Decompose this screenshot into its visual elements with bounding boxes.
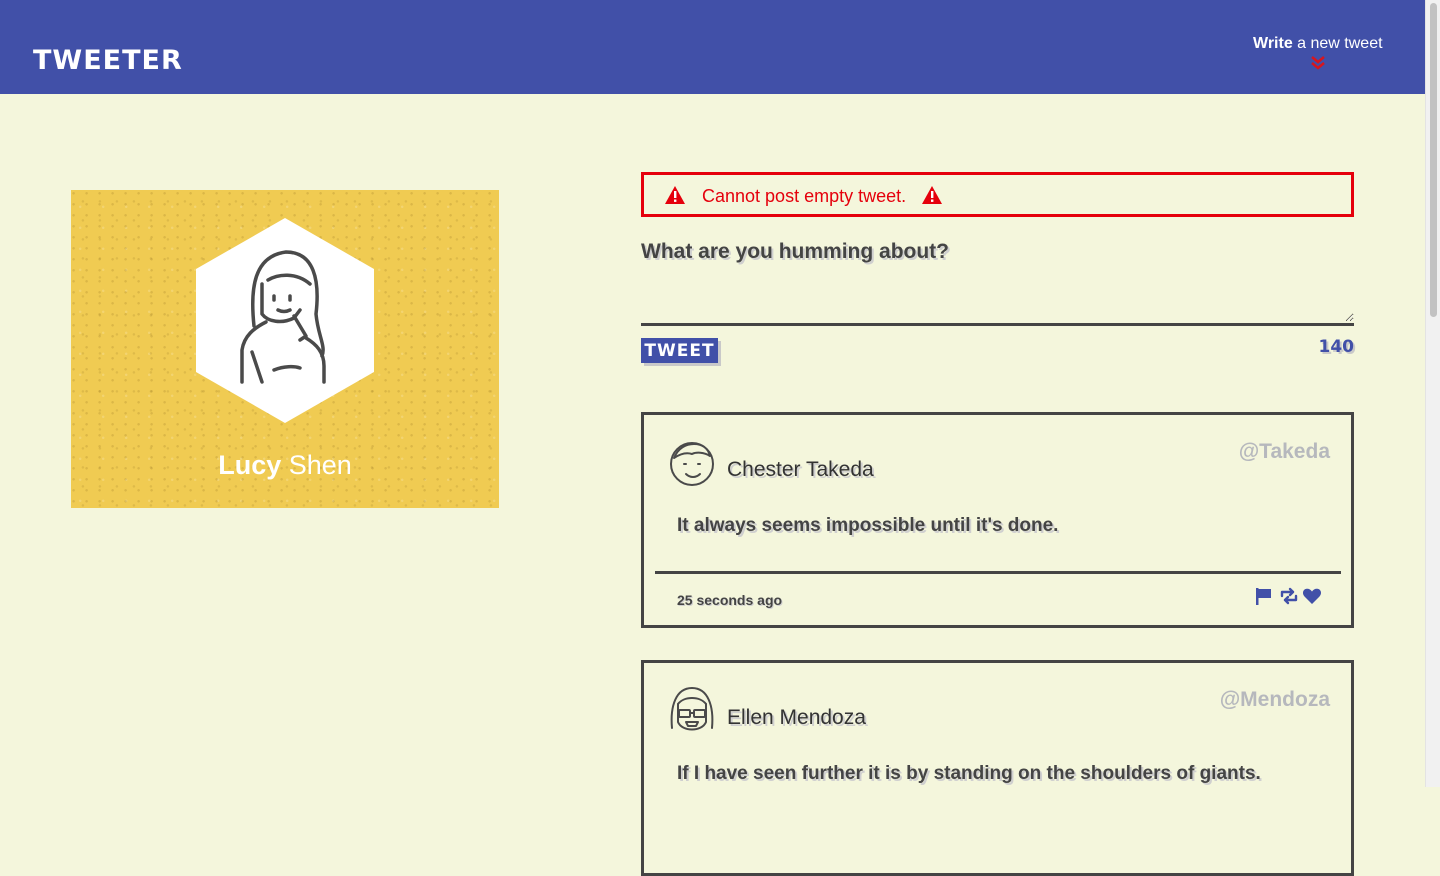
tweet-author-handle[interactable]: @Takeda: [1239, 440, 1330, 464]
tweet-author-name: Chester Takeda: [727, 458, 874, 481]
compose-toggle-button[interactable]: Write a new tweet: [1253, 35, 1393, 70]
boy-avatar-icon: [670, 442, 714, 486]
flag-icon[interactable]: [1254, 586, 1274, 606]
warning-icon: [665, 186, 685, 204]
top-navbar: TWEETER Write a new tweet: [0, 0, 1425, 94]
profile-card: Lucy Shen: [71, 190, 499, 508]
double-chevron-down-icon: [1311, 56, 1325, 70]
tweet-author-name: Ellen Mendoza: [727, 706, 866, 729]
tweet-card: Ellen Mendoza @Mendoza If I have seen fu…: [641, 660, 1354, 876]
error-message: Cannot post empty tweet.: [702, 186, 907, 206]
compose-toggle-bold: Write: [1253, 35, 1293, 52]
scrollbar-thumb[interactable]: [1430, 3, 1437, 317]
profile-first-name: Lucy: [218, 450, 282, 480]
compose-divider: [641, 323, 1354, 326]
brand-logo[interactable]: TWEETER: [33, 46, 183, 76]
warning-icon: [922, 186, 942, 204]
tweet-card: Chester Takeda @Takeda It always seems i…: [641, 412, 1354, 628]
tweet-textarea[interactable]: [641, 268, 1354, 322]
tweet-divider: [655, 571, 1341, 574]
girl-avatar-icon: [196, 218, 374, 423]
profile-name: Lucy Shen: [71, 450, 499, 481]
glasses-avatar-icon: [670, 687, 714, 731]
profile-last-name: Shen: [281, 450, 352, 480]
retweet-icon[interactable]: [1279, 586, 1299, 606]
tweet-text: It always seems impossible until it's do…: [677, 515, 1059, 536]
page-scrollbar[interactable]: [1425, 0, 1440, 787]
compose-prompt: What are you humming about?: [641, 240, 949, 263]
tweet-author-handle[interactable]: @Mendoza: [1220, 688, 1330, 712]
heart-icon[interactable]: [1302, 586, 1322, 606]
tweet-timestamp: 25 seconds ago: [677, 592, 783, 608]
character-counter: 140: [1318, 337, 1355, 357]
error-banner: Cannot post empty tweet.: [641, 172, 1354, 217]
compose-toggle-rest: a new tweet: [1292, 35, 1383, 52]
tweet-text: If I have seen further it is by standing…: [677, 763, 1261, 784]
tweet-button[interactable]: TWEET: [641, 338, 718, 363]
